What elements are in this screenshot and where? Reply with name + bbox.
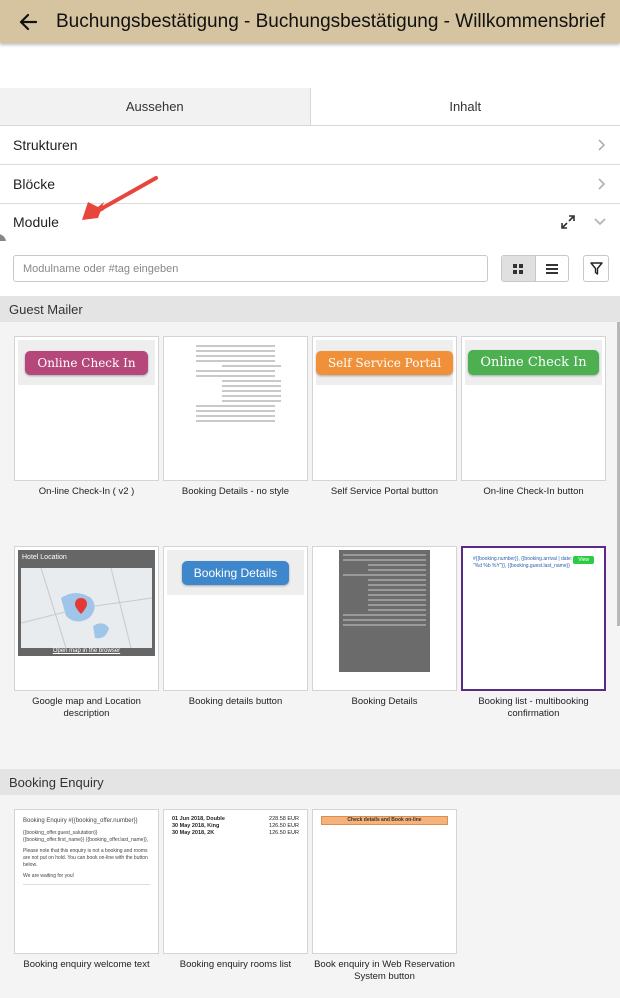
- tab-aussehen[interactable]: Aussehen: [0, 88, 311, 125]
- preview-text: #{{booking.number}}, {{booking.arrival |…: [473, 556, 573, 569]
- preview-button: Self Service Portal: [315, 350, 454, 375]
- module-preview: Self Service Portal: [312, 336, 457, 481]
- accordion-label: Strukturen: [13, 137, 78, 153]
- module-preview: 01 Jun 2018, Double 228.58 EUR 30 May 201…: [163, 809, 308, 954]
- module-library: Guest Mailer Online Check In On-line Che…: [0, 296, 620, 998]
- module-tile[interactable]: Online Check In On-line Check-In button: [461, 336, 606, 498]
- chevron-down-icon: [594, 218, 606, 226]
- module-tile[interactable]: Check details and Book on-line Book enqu…: [312, 809, 457, 983]
- grid-view-button[interactable]: [502, 256, 536, 281]
- module-preview: [312, 546, 457, 691]
- list-icon: [545, 263, 558, 274]
- filter-button[interactable]: [583, 255, 609, 282]
- preview-line: We are waiting for you!: [23, 873, 75, 879]
- module-tile[interactable]: #{{booking.number}}, {{booking.arrival |…: [461, 546, 606, 720]
- arrow-left-icon: [19, 13, 37, 30]
- module-label: On-line Check-In ( v2 ): [38, 486, 135, 497]
- preview-button: Online Check In: [25, 350, 148, 375]
- module-tile[interactable]: Booking Details - no style: [163, 336, 308, 498]
- module-tile[interactable]: Booking Details Booking details button: [163, 546, 308, 708]
- app-header: Buchungsbestätigung - Buchungsbestätigun…: [0, 0, 620, 43]
- module-label: Booking details button: [188, 696, 283, 707]
- preview-line: {{booking_offer.guest_salutation}} {{boo…: [23, 830, 149, 843]
- chevron-right-icon: [598, 139, 606, 151]
- preview-button: Booking Details: [181, 560, 290, 585]
- module-label: On-line Check-In button: [483, 486, 584, 497]
- module-preview: #{{booking.number}}, {{booking.arrival |…: [461, 546, 606, 691]
- room-row: 30 May 2018, King 126.50 EUR: [172, 823, 299, 829]
- module-preview: Check details and Book on-line: [312, 809, 457, 954]
- module-tile[interactable]: 01 Jun 2018, Double 228.58 EUR 30 May 201…: [163, 809, 308, 971]
- module-label: Self Service Portal button: [330, 486, 439, 497]
- preview-button: Online Check In: [468, 350, 599, 375]
- room-row: 30 May 2018, 2K 126.50 EUR: [172, 830, 299, 836]
- module-label: Booking Details: [351, 696, 418, 707]
- module-label: Booking enquiry welcome text: [23, 959, 150, 970]
- room-row: 01 Jun 2018, Double 228.58 EUR: [172, 816, 299, 822]
- view-toggle: [501, 255, 569, 282]
- back-button[interactable]: [0, 0, 56, 43]
- filter-icon: [589, 262, 603, 275]
- module-label: Book enquiry in Web Reservation System b…: [314, 959, 455, 982]
- annotation-arrow-icon: [82, 176, 158, 220]
- module-label: Booking list - multibooking confirmation: [478, 696, 589, 719]
- module-label: Google map and Location description: [32, 696, 141, 719]
- map-header: Hotel Location: [22, 554, 67, 561]
- map-image: [21, 568, 152, 648]
- module-preview: [163, 336, 308, 481]
- module-tile[interactable]: Hotel Location Open map in the browser G…: [14, 546, 159, 720]
- module-label: Booking enquiry rooms list: [179, 959, 292, 970]
- accordion-label: Module: [13, 214, 59, 230]
- preview-bar: Check details and Book on-line: [321, 816, 448, 825]
- list-view-button[interactable]: [536, 256, 569, 281]
- module-label: Booking Details - no style: [181, 486, 290, 497]
- module-tile[interactable]: Self Service Portal Self Service Portal …: [312, 336, 457, 498]
- module-tile[interactable]: Online Check In On-line Check-In ( v2 ): [14, 336, 159, 498]
- section-guest-mailer: Guest Mailer: [0, 296, 620, 322]
- module-search-input[interactable]: [13, 255, 488, 282]
- module-tile[interactable]: Booking Enquiry #{{booking_offer.number}…: [14, 809, 159, 971]
- module-preview: Hotel Location Open map in the browser: [14, 546, 159, 691]
- module-search-bar: [0, 241, 620, 296]
- view-badge: View: [573, 556, 594, 564]
- module-preview: Online Check In: [14, 336, 159, 481]
- module-tile[interactable]: Booking Details: [312, 546, 457, 708]
- preview-heading: Booking Enquiry #{{booking_offer.number}…: [23, 818, 138, 824]
- editor-tabs: Aussehen Inhalt: [0, 88, 620, 126]
- accordion-strukturen[interactable]: Strukturen: [0, 126, 620, 165]
- tab-inhalt[interactable]: Inhalt: [310, 88, 620, 125]
- map-link: Open map in the browser: [52, 648, 121, 654]
- grid-icon: [513, 263, 524, 274]
- expand-icon[interactable]: [560, 214, 576, 230]
- accordion-label: Blöcke: [13, 176, 56, 192]
- module-preview: Booking Enquiry #{{booking_offer.number}…: [14, 809, 159, 954]
- module-preview: Online Check In: [461, 336, 606, 481]
- module-preview: Booking Details: [163, 546, 308, 691]
- section-booking-enquiry: Booking Enquiry: [0, 769, 620, 795]
- chevron-right-icon: [598, 178, 606, 190]
- page-title: Buchungsbestätigung - Buchungsbestätigun…: [56, 10, 606, 32]
- preview-line: Please note that this enquiry is not a b…: [23, 848, 148, 868]
